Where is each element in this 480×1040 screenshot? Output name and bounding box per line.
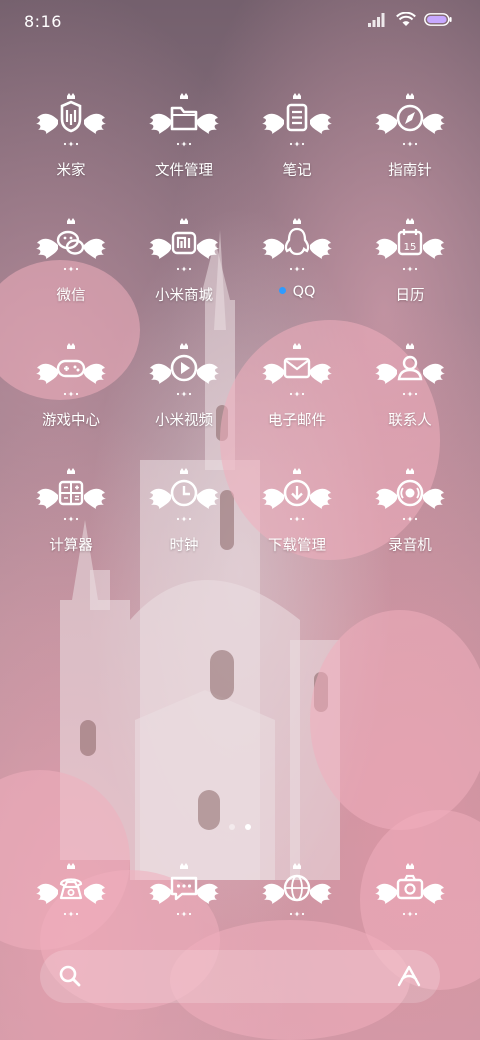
wechat-icon [36,218,106,272]
gamepad-icon [36,343,106,397]
app-label: 米家 [56,163,86,179]
app-mi-video[interactable]: 小米视频 [134,342,234,452]
status-time: 8:16 [24,12,62,31]
recorder-icon [375,468,445,522]
notification-dot [278,287,286,294]
app-compass[interactable]: 指南针 [360,92,460,202]
qq-icon [262,218,332,272]
app-mi-home[interactable]: 米家 [21,92,121,202]
battery-icon [424,13,452,26]
app-label: 文件管理 [155,163,213,179]
folder-icon [149,93,219,147]
messages-icon [149,863,219,917]
app-game-center[interactable]: 游戏中心 [21,342,121,452]
mi-home-icon [36,93,106,147]
app-label: 下载管理 [268,538,326,554]
mail-icon [262,343,332,397]
notes-icon [262,93,332,147]
dock-browser[interactable] [247,862,347,922]
app-contacts[interactable]: 联系人 [360,342,460,452]
app-wechat[interactable]: 微信 [21,217,121,327]
search-icon[interactable] [58,964,82,988]
app-email[interactable]: 电子邮件 [247,342,347,452]
app-label: 游戏中心 [42,413,100,429]
app-recorder[interactable]: 录音机 [360,467,460,577]
page-dot-2-active[interactable] [245,824,251,830]
phone-icon [36,863,106,917]
app-label: 电子邮件 [268,413,326,429]
app-download-manager[interactable]: 下载管理 [247,467,347,577]
video-play-icon [149,343,219,397]
contacts-icon [375,343,445,397]
clock-icon [149,468,219,522]
signal-icon [368,12,385,27]
wifi-icon [396,12,416,26]
search-bar[interactable] [40,950,440,1003]
calendar-day: 15 [404,242,417,253]
app-label: 小米视频 [155,413,213,429]
app-calculator[interactable]: 计算器 [21,467,121,577]
app-clock[interactable]: 时钟 [134,467,234,577]
calculator-icon [36,468,106,522]
app-label: 微信 [56,288,86,304]
page-dot-1[interactable] [229,824,235,830]
app-qq[interactable]: QQ [247,217,347,327]
app-file-manager[interactable]: 文件管理 [134,92,234,202]
status-bar: 8:16 [0,0,480,42]
app-label: QQ [247,284,347,300]
dock-phone[interactable] [21,862,121,922]
download-icon [262,468,332,522]
dock-messages[interactable] [134,862,234,922]
app-label: 计算器 [49,538,93,554]
compass-icon [375,93,445,147]
app-notes[interactable]: 笔记 [247,92,347,202]
app-label: 笔记 [282,163,312,179]
browser-globe-icon [262,863,332,917]
app-label: 录音机 [388,538,432,554]
page-indicator [0,824,480,830]
mi-store-icon [149,218,219,272]
calendar-icon: 15 [375,218,445,272]
app-label: 日历 [395,288,425,304]
app-label: 时钟 [169,538,199,554]
assistant-icon[interactable] [396,964,422,988]
app-label: 指南针 [388,163,432,179]
dock-camera[interactable] [360,862,460,922]
app-label: 联系人 [388,413,432,429]
app-label: 小米商城 [155,288,213,304]
app-label-text: QQ [292,284,316,300]
status-icons [368,12,452,27]
camera-icon [375,863,445,917]
app-calendar[interactable]: 15 日历 [360,217,460,327]
app-mi-store[interactable]: 小米商城 [134,217,234,327]
